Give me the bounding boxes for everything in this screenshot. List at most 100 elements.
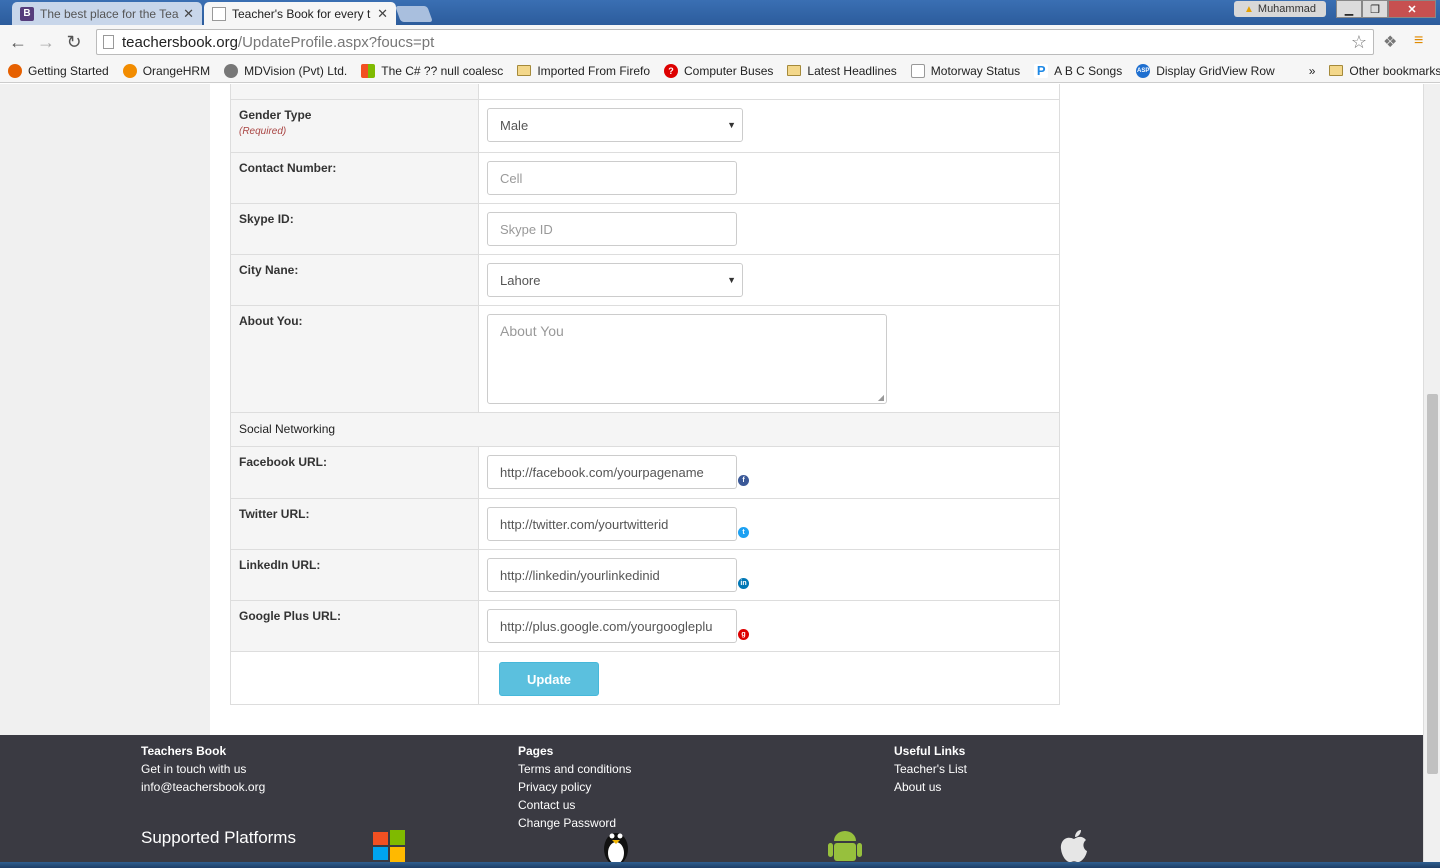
form-row-twitter: Twitter URL: http://twitter.com/yourtwit… [231,498,1059,549]
profile-button[interactable]: ▲ Muhammad [1234,1,1326,17]
footer-heading: Pages [518,744,554,758]
form-row-facebook: Facebook URL: http://facebook.com/yourpa… [231,446,1059,498]
new-tab-button[interactable] [395,6,433,22]
contact-label: Contact Number: [239,161,337,175]
footer-link-email[interactable]: info@teachersbook.org [141,778,265,796]
bookmark-label: MDVision (Pvt) Ltd. [244,63,348,78]
bookmark-orangehrm[interactable]: OrangeHRM [122,63,211,78]
twitter-input[interactable]: http://twitter.com/yourtwitterid [487,507,737,541]
close-window-button[interactable]: ✕ [1388,0,1436,18]
social-section-header: Social Networking [231,412,1059,446]
bookmark-label: The C# ?? null coalesc [381,63,504,78]
footer-link-contact[interactable]: Contact us [518,796,631,814]
windows-icon [373,830,405,862]
page-icon [103,35,114,49]
form-row-skype: Skype ID: Skype ID [231,203,1059,254]
resize-grip-icon[interactable]: ◢ [878,393,884,402]
stackexchange-icon [361,63,376,78]
asp-icon: ASP [1136,63,1151,78]
reload-icon[interactable]: ↻ [60,32,88,53]
bookmark-label: Computer Buses [684,63,774,78]
page-favicon-icon [212,6,226,21]
gender-select[interactable]: Male ▼ [487,108,743,142]
p-icon: P [1034,63,1049,78]
form-row-googleplus: Google Plus URL: http://plus.google.com/… [231,600,1059,651]
bookmark-gridview[interactable]: ASP Display GridView Row [1136,63,1275,78]
tab-close-icon[interactable]: ✕ [183,6,194,22]
bookmark-csharp[interactable]: The C# ?? null coalesc [361,63,504,78]
update-button[interactable]: Update [499,662,599,696]
skype-input[interactable]: Skype ID [487,212,737,246]
bootstrap-favicon-icon: B [20,6,34,21]
folder-icon [517,65,532,76]
googleplus-input[interactable]: http://plus.google.com/yourgoogleplu [487,609,737,643]
warning-icon: ▲ [1244,3,1254,15]
bookmark-label: OrangeHRM [142,63,211,78]
folder-icon [1329,65,1344,76]
bookmark-star-icon[interactable]: ☆ [1351,32,1367,53]
footer-heading: Useful Links [894,744,966,758]
twitter-icon: t [738,527,749,538]
linkedin-input[interactable]: http://linkedin/yourlinkedinid [487,558,737,592]
footer-col-pages: Pages Terms and conditions Privacy polic… [518,742,631,832]
windows-taskbar [0,862,1440,868]
back-arrow-icon[interactable]: ← [4,32,32,53]
footer-link-terms[interactable]: Terms and conditions [518,760,631,778]
address-bar[interactable]: teachersbook.org/UpdateProfile.aspx?fouc… [96,29,1374,55]
mdvision-icon [224,63,239,78]
bookmark-imported[interactable]: Imported From Firefo [517,64,650,78]
footer-heading: Teachers Book [141,744,227,758]
linux-icon [604,833,628,865]
scrollbar-thumb[interactable] [1427,394,1438,774]
bookmark-latest-headlines[interactable]: Latest Headlines [787,64,897,78]
url-host: teachersbook.org [122,33,238,51]
footer-link-teachers-list[interactable]: Teacher's List [894,760,967,778]
bookmark-motorway[interactable]: Motorway Status [910,63,1021,78]
about-placeholder: About You [500,323,564,339]
tab-teachersbook-home[interactable]: B The best place for the Tea ✕ [12,2,202,25]
maximize-button[interactable]: ❐ [1362,0,1388,18]
bookmarks-overflow-button[interactable]: » [1309,64,1316,78]
facebook-label: Facebook URL: [239,455,328,469]
bookmark-label: Display GridView Row [1156,63,1275,78]
bookmark-computer-buses[interactable]: ? Computer Buses [664,63,774,78]
question-icon: ? [664,63,679,78]
required-note: (Required) [239,126,287,137]
page-icon [910,63,925,78]
footer-link-about[interactable]: About us [894,778,967,796]
footer-link-privacy[interactable]: Privacy policy [518,778,631,796]
form-row-cut [231,84,1059,99]
city-value: Lahore [500,272,541,288]
skype-label: Skype ID: [239,212,294,226]
firefox-icon [8,63,22,78]
social-heading: Social Networking [239,422,336,436]
facebook-input[interactable]: http://facebook.com/yourpagename [487,455,737,489]
other-bookmarks[interactable]: Other bookmarks [1329,64,1440,78]
twitter-label: Twitter URL: [239,507,310,521]
bookmark-abc-songs[interactable]: P A B C Songs [1034,63,1122,78]
tab-update-profile[interactable]: Teacher's Book for every t ✕ [204,2,396,25]
googleplus-icon: g [738,629,749,640]
bookmark-label: Getting Started [28,63,109,78]
about-textarea[interactable]: About You ◢ [487,314,887,404]
chevron-down-icon: ▼ [727,275,736,285]
forward-arrow-icon[interactable]: → [32,32,60,53]
footer-link-get-in-touch[interactable]: Get in touch with us [141,760,265,778]
orangehrm-icon [122,63,137,78]
googleplus-label: Google Plus URL: [239,609,341,623]
minimize-button[interactable]: ▁ [1336,0,1362,18]
form-row-gender: Gender Type (Required) Male ▼ [231,99,1059,152]
menu-icon[interactable]: ≡ [1414,32,1423,50]
supported-platforms-heading: Supported Platforms [141,828,296,847]
footer-col-useful-links: Useful Links Teacher's List About us [894,742,967,796]
dropbox-icon[interactable]: ❖ [1383,32,1397,52]
bookmark-mdvision[interactable]: MDVision (Pvt) Ltd. [224,63,348,78]
contact-input[interactable]: Cell [487,161,737,195]
tab-close-icon[interactable]: ✕ [377,6,388,22]
overflow-chevron-icon: » [1308,63,1316,78]
bookmark-getting-started[interactable]: Getting Started [8,63,109,78]
vertical-scrollbar[interactable] [1423,84,1440,862]
tab-strip: B The best place for the Tea ✕ Teacher's… [0,0,1440,25]
bookmark-label: Motorway Status [930,63,1021,78]
city-select[interactable]: Lahore ▼ [487,263,743,297]
